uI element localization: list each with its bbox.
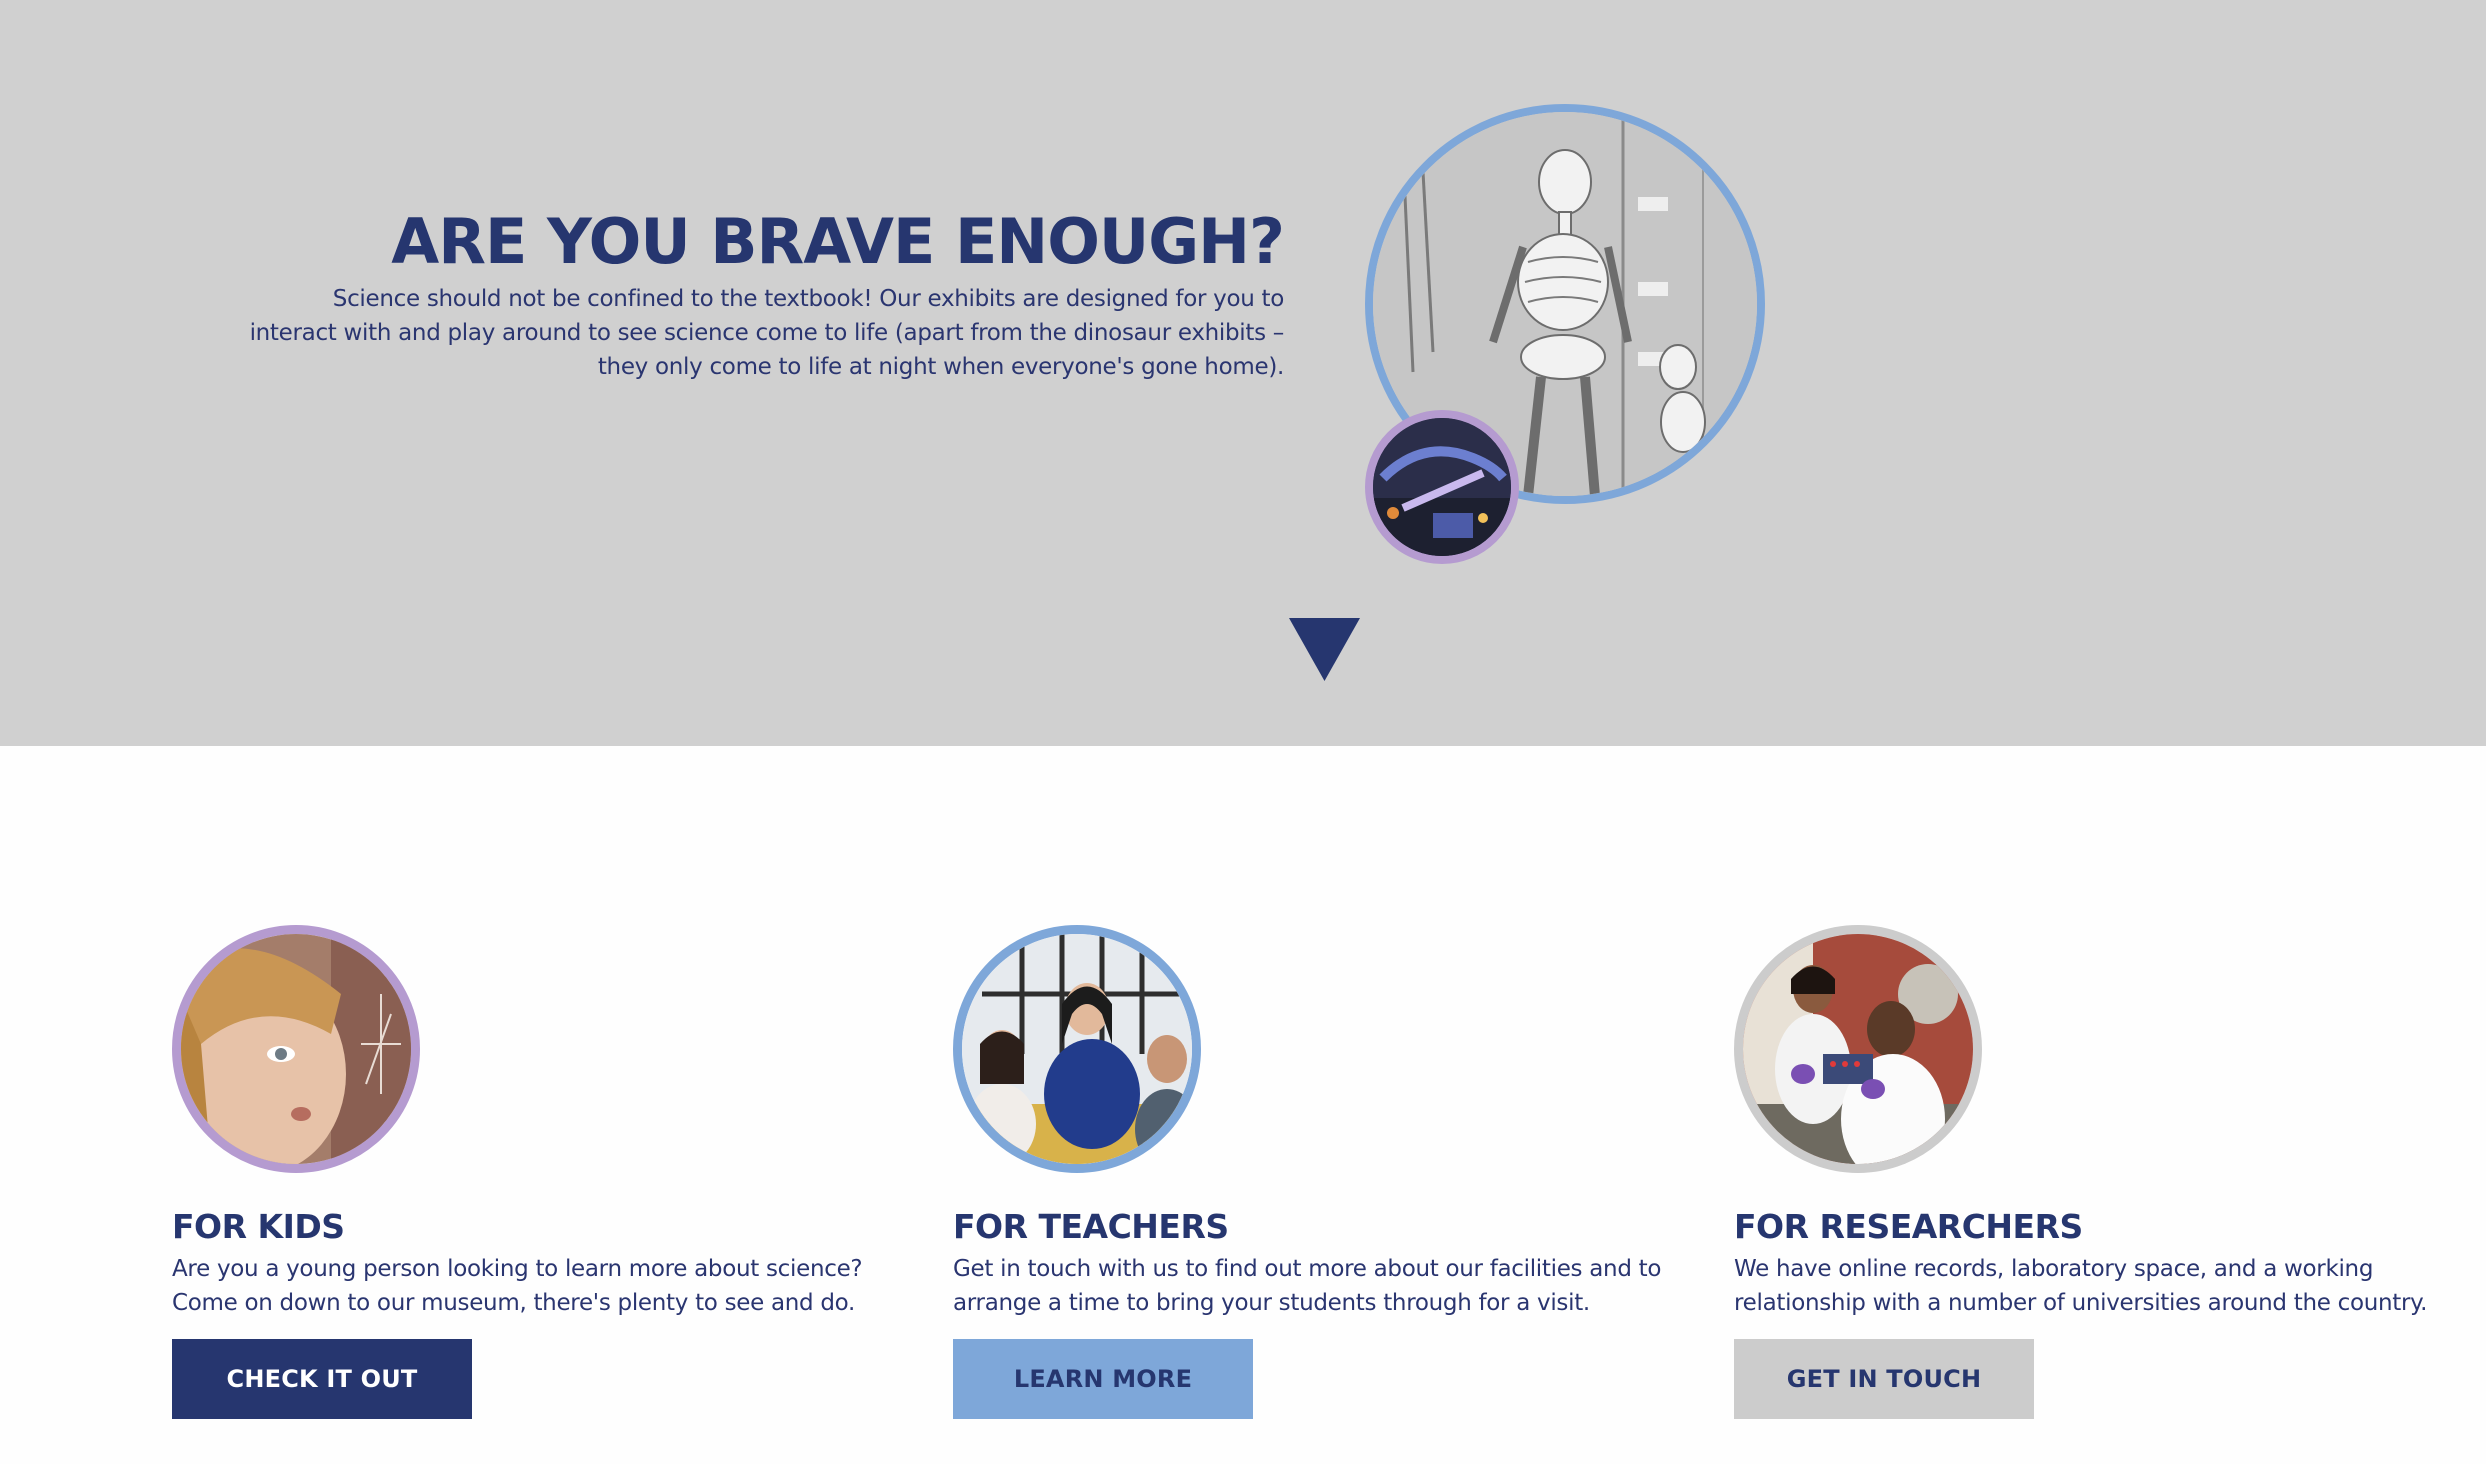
card-for-researchers: FOR RESEARCHERS We have online records, … (1734, 925, 2454, 1425)
card-title-kids: FOR KIDS (172, 1207, 345, 1246)
get-in-touch-button[interactable]: GET IN TOUCH (1734, 1339, 2034, 1419)
card-for-teachers: FOR TEACHERS Get in touch with us to fin… (953, 925, 1673, 1425)
hero-description: Science should not be confined to the te… (249, 286, 1285, 380)
hero-title: ARE YOU BRAVE ENOUGH? (391, 205, 1285, 278)
check-it-out-button[interactable]: CHECK IT OUT (172, 1339, 472, 1419)
card-title-researchers: FOR RESEARCHERS (1734, 1207, 2083, 1246)
card-body-kids: Are you a young person looking to learn … (172, 1256, 863, 1316)
hero-section: ARE YOU BRAVE ENOUGH? Science should not… (0, 0, 2486, 746)
child-photo-icon (172, 925, 420, 1173)
dinosaur-exhibit-icon (1373, 418, 1511, 556)
researchers-lab-photo-icon (1734, 925, 1982, 1173)
learn-more-button[interactable]: LEARN MORE (953, 1339, 1253, 1419)
card-title-teachers: FOR TEACHERS (953, 1207, 1229, 1246)
scroll-down-triangle-icon[interactable] (1289, 618, 1360, 681)
card-body-researchers: We have online records, laboratory space… (1734, 1256, 2428, 1316)
card-for-kids: FOR KIDS Are you a young person looking … (172, 925, 892, 1425)
dinosaur-exhibit-image (1365, 410, 1519, 564)
card-body-teachers: Get in touch with us to find out more ab… (953, 1256, 1662, 1316)
teacher-students-photo-icon (953, 925, 1201, 1173)
